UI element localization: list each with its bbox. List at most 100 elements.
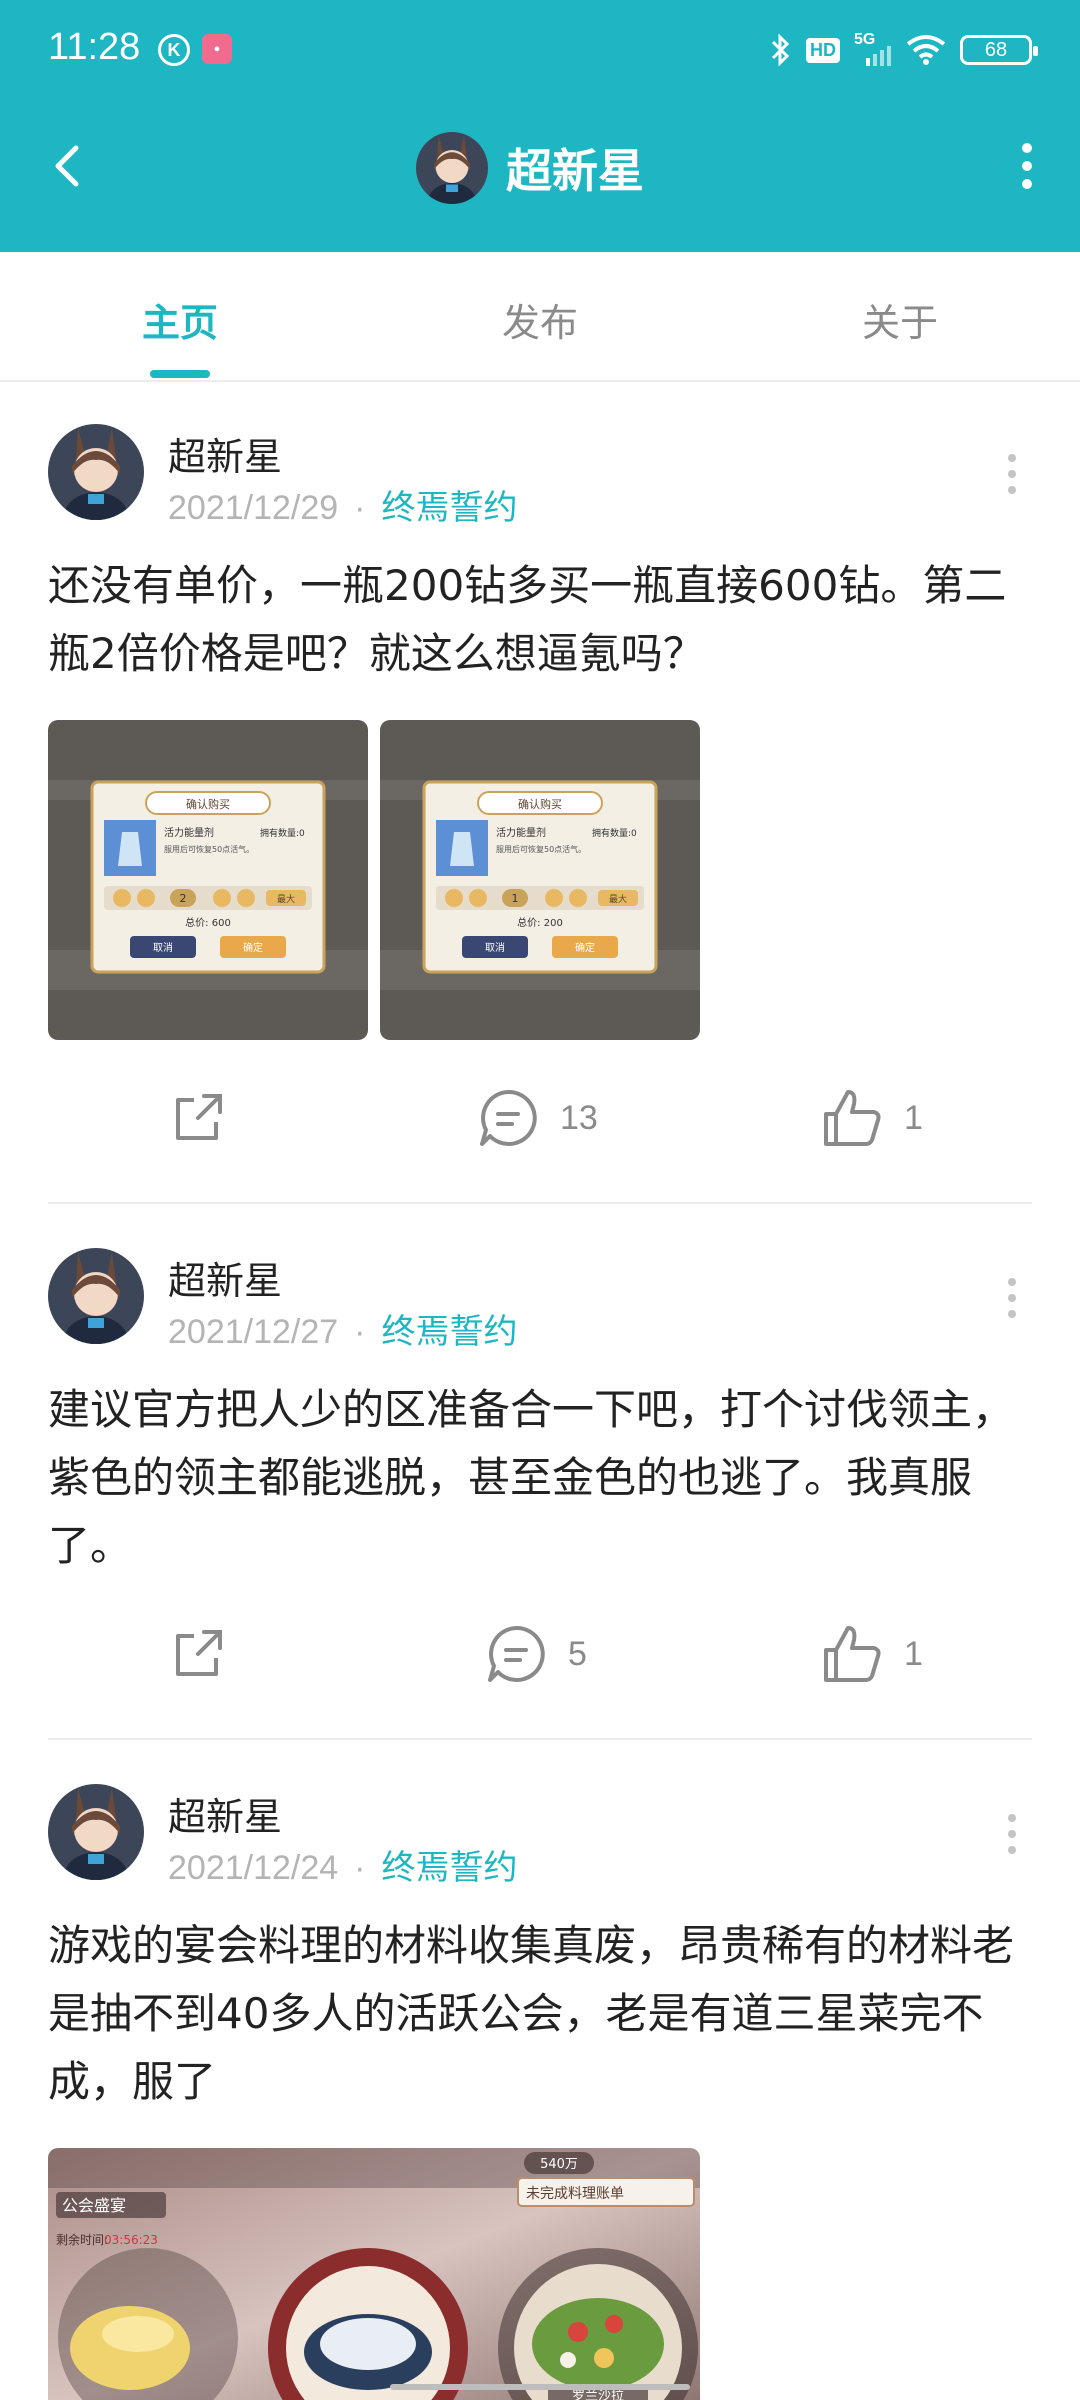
comment-button[interactable]: 13 [476,1078,598,1158]
share-button[interactable] [168,1614,228,1694]
cellular-signal-icon: 5G [854,32,892,68]
status-bar: 11:28 K ● HD 5G 68 [0,0,1080,100]
app-header: 11:28 K ● HD 5G 68 超新星 [0,0,1080,252]
app-bar: 超新星 [0,100,1080,252]
meta-separator: · [354,1313,366,1351]
like-count: 1 [904,1634,923,1673]
post-content: 还没有单价，一瓶200钻多买一瓶直接600钻。第二瓶2倍价格是吧？就这么想逼氪吗… [48,561,1007,678]
confirm-label: 确定 [575,941,595,954]
share-icon [176,1094,222,1140]
item-name: 活力能量剂 [164,826,214,839]
owned-count: 拥有数量:0 [260,827,305,839]
post-card[interactable]: 超新星 2021/12/27 · 终焉誓约 建议官方把人少的区准备合一下吧，打个讨伐… [48,1248,1032,1728]
post-tag[interactable]: 终焉誓约 [382,488,518,528]
owned-count: 拥有数量:0 [592,827,637,839]
post-meta: 2021/12/27 · 终焉誓约 [168,1304,518,1353]
total-price: 总价: 600 [185,916,231,929]
post-actions: 5 1 [48,1614,1032,1694]
share-button[interactable] [168,1078,228,1158]
bluetooth-icon [771,33,790,67]
network-type-label: 5G [854,31,876,48]
post-image[interactable]: 公会盛宴 剩余时间: 03:56:23 540万 未完成料理账单 罗兰沙拉 [48,2148,700,2400]
more-vertical-icon[interactable] [1002,136,1052,196]
item-name: 活力能量剂 [496,826,546,839]
item-desc: 服用后可恢复50点活气。 [164,844,254,854]
post-tag[interactable]: 终焉誓约 [382,1312,518,1352]
cancel-label: 取消 [485,941,505,954]
wifi-icon [906,35,946,65]
post-images: 公会盛宴 剩余时间: 03:56:23 540万 未完成料理账单 罗兰沙拉 [48,2148,700,2400]
dialog-title: 确认购买 [186,797,230,811]
author-name[interactable]: 超新星 [168,426,282,481]
post-meta: 2021/12/24 · 终焉誓约 [168,1840,518,1889]
thumbs-up-icon [824,1626,881,1682]
tab-about[interactable]: 关于 [800,292,1000,347]
app-notification-icon: ● [202,34,232,64]
qty-value: 1 [512,892,519,905]
post-content: 建议官方把人少的区准备合一下吧，打个讨伐领主，紫色的领主都能逃脱，甚至金色的也逃… [48,1385,1015,1570]
hd-badge: HD [806,37,840,63]
thumbs-up-icon [824,1090,881,1146]
post-divider [48,1202,1032,1204]
post-card[interactable]: 超新星 2021/12/24 · 终焉誓约 游戏的宴会料理的材料收集真废，昂贵稀有的… [48,1784,1032,2400]
k-notification-icon: K [158,34,190,66]
active-tab-indicator [150,370,210,378]
post-content: 游戏的宴会料理的材料收集真废，昂贵稀有的材料老是抽不到40多人的活跃公会，老是有… [48,1921,1015,2106]
post-more-icon[interactable] [992,1268,1032,1328]
qty-value: 2 [180,892,187,905]
max-label: 最大 [277,893,295,905]
share-icon [176,1630,222,1676]
like-button[interactable]: 1 [820,1078,923,1158]
meta-separator: · [354,1849,366,1887]
avatar[interactable] [48,1784,144,1880]
home-indicator[interactable] [390,2384,690,2390]
incomplete-banner: 未完成料理账单 [526,2186,624,2202]
comment-count: 13 [560,1098,598,1137]
author-name[interactable]: 超新星 [168,1250,282,1305]
avatar[interactable] [48,1248,144,1344]
like-button[interactable]: 1 [820,1614,923,1694]
post-meta: 2021/12/29 · 终焉誓约 [168,480,518,529]
currency-value: 540万 [540,2157,578,2172]
like-count: 1 [904,1098,923,1137]
tab-publish[interactable]: 发布 [440,292,640,347]
avatar[interactable] [416,132,488,204]
post-date: 2021/12/24 [168,1849,339,1887]
post-images: 确认购买 活力能量剂 拥有数量:0 服用后可恢复50点活气。 2 最大 总价: … [48,720,700,1040]
profile-title: 超新星 [416,128,644,208]
guild-feast-label: 公会盛宴 [62,2196,126,2215]
max-label: 最大 [609,893,627,905]
comment-icon [480,1089,537,1146]
post-actions: 13 1 [48,1078,1032,1158]
post-image[interactable]: 确认购买 活力能量剂 拥有数量:0 服用后可恢复50点活气。 2 最大 总价: … [48,720,368,1040]
status-time: 11:28 [48,26,141,68]
post-date: 2021/12/29 [168,489,339,527]
tab-home[interactable]: 主页 [80,292,280,347]
post-tag[interactable]: 终焉誓约 [382,1848,518,1888]
battery-indicator: 68 [960,35,1038,65]
countdown-value: 03:56:23 [104,2233,158,2247]
countdown-label: 剩余时间: [56,2232,108,2247]
dish-label: 罗兰沙拉 [572,2389,624,2400]
comment-button[interactable]: 5 [484,1614,587,1694]
post-card[interactable]: 超新星 2021/12/29 · 终焉誓约 还没有单价，一瓶200钻多买一瓶直接60… [48,424,1032,1174]
post-more-icon[interactable] [992,1804,1032,1864]
item-desc: 服用后可恢复50点活气。 [496,844,586,854]
back-arrow-icon[interactable] [40,136,100,196]
avatar[interactable] [48,424,144,520]
confirm-label: 确定 [243,941,263,954]
page-title: 超新星 [506,144,644,198]
comment-icon [488,1625,545,1682]
post-divider [48,1738,1032,1740]
dialog-title: 确认购买 [518,797,562,811]
comment-count: 5 [568,1634,587,1673]
post-more-icon[interactable] [992,444,1032,504]
post-date: 2021/12/27 [168,1313,339,1351]
post-image[interactable]: 确认购买 活力能量剂 拥有数量:0 服用后可恢复50点活气。 1 最大 总价: … [380,720,700,1040]
status-right-group: HD 5G 68 [770,30,1038,70]
cancel-label: 取消 [153,941,173,954]
author-name[interactable]: 超新星 [168,1786,282,1841]
total-price: 总价: 200 [517,916,563,929]
tab-bar: 主页 发布 关于 [0,252,1080,382]
meta-separator: · [354,489,366,527]
